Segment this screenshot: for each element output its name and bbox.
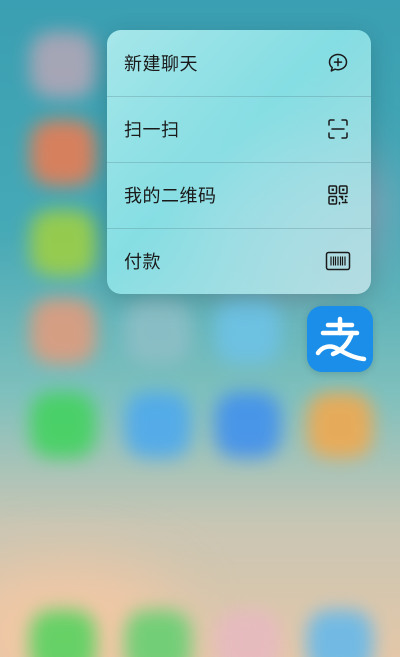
- menu-item-pay[interactable]: 付款: [107, 228, 371, 294]
- blurred-app-icon: [30, 32, 96, 98]
- menu-item-scan[interactable]: 扫一扫: [107, 96, 371, 162]
- menu-item-label: 新建聊天: [124, 54, 198, 75]
- alipay-icon: [315, 316, 367, 362]
- home-screen: 新建聊天 扫一扫 我的二维码 付款: [0, 0, 400, 657]
- chat-bubble-plus-icon: [325, 50, 351, 76]
- quick-action-menu: 新建聊天 扫一扫 我的二维码 付款: [107, 30, 371, 294]
- blurred-app-icon: [125, 298, 191, 364]
- scan-icon: [325, 116, 351, 142]
- blurred-app-icon: [215, 298, 281, 364]
- blurred-app-icon: [215, 392, 281, 458]
- blurred-app-icon: [125, 392, 191, 458]
- barcode-icon: [325, 248, 351, 274]
- blurred-app-icon: [125, 610, 191, 657]
- menu-item-label: 付款: [124, 252, 161, 273]
- blurred-app-icon: [30, 210, 96, 276]
- menu-item-my-qr-code[interactable]: 我的二维码: [107, 162, 371, 228]
- menu-item-label: 我的二维码: [124, 186, 217, 207]
- blurred-app-icon: [30, 298, 96, 364]
- alipay-app-icon[interactable]: [307, 306, 373, 372]
- blurred-app-icon: [307, 392, 373, 458]
- qr-code-icon: [325, 182, 351, 208]
- blurred-app-icon: [30, 120, 96, 186]
- blurred-app-icon: [30, 610, 96, 657]
- blurred-app-icon: [215, 610, 281, 657]
- menu-item-label: 扫一扫: [124, 120, 180, 141]
- blurred-app-icon: [30, 392, 96, 458]
- blurred-app-icon: [307, 610, 373, 657]
- menu-item-new-chat[interactable]: 新建聊天: [107, 30, 371, 96]
